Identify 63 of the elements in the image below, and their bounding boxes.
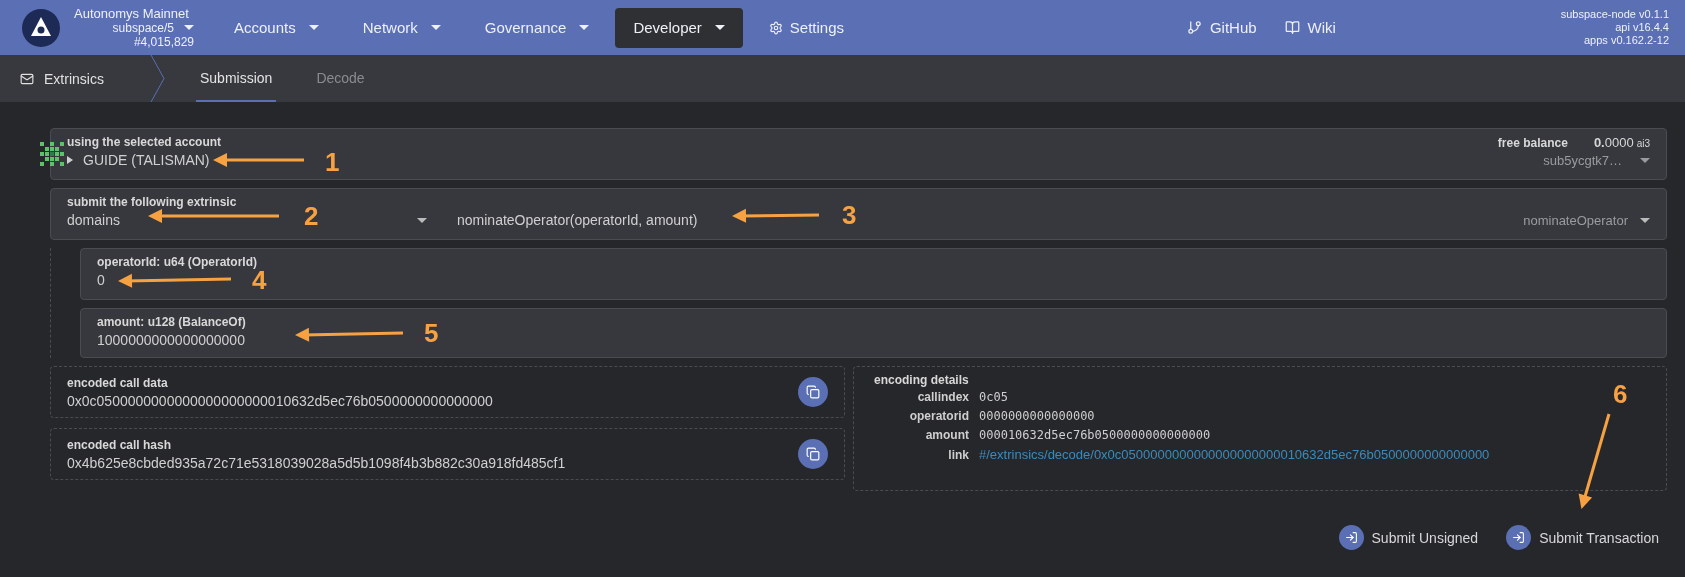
identicon — [39, 141, 65, 167]
envelope-icon — [20, 71, 34, 86]
field-label: encoded call hash — [67, 437, 173, 452]
annotation-number: 6 — [1613, 379, 1628, 409]
tab[interactable]: Submission — [196, 55, 277, 102]
sign-in-icon — [1506, 525, 1532, 550]
caret-icon[interactable] — [417, 217, 427, 223]
chain-spec: subspace/5 — [112, 20, 174, 35]
book-icon — [1284, 20, 1300, 35]
chain-name: Autonomys Mainnet — [74, 6, 189, 21]
detail-value: 0c05 — [979, 390, 1008, 404]
copy-icon — [806, 385, 820, 399]
copy-icon — [806, 447, 820, 461]
method-dropdown[interactable]: nominateOperator(operatorId, amount) — [457, 212, 698, 228]
account-address[interactable]: sub5ycgtk7… — [1543, 153, 1622, 168]
nav-menu-item[interactable]: Network — [344, 7, 459, 48]
detail-value: 000010632d5ec76b0500000000000000 — [979, 428, 1211, 442]
sign-in-icon — [1338, 525, 1364, 550]
caret-icon[interactable] — [1640, 218, 1650, 223]
branch-icon — [1186, 20, 1202, 35]
caret-icon[interactable] — [1640, 158, 1650, 163]
field-label: using the selected account — [67, 135, 222, 149]
encoded-value: 0x0c0500000000000000000000010632d5ec76b0500000000000000 — [67, 392, 493, 409]
detail-value: 0000000000000000 — [979, 409, 1095, 423]
annotation-number: 1 — [325, 147, 340, 177]
balance-label: free balance — [1497, 135, 1568, 150]
param-label: amount: u128 (BalanceOf) — [97, 315, 246, 329]
nav-menu-item[interactable]: Developer — [615, 7, 743, 48]
detail-key: callindex — [874, 390, 969, 404]
method-name: nominateOperator — [1523, 213, 1628, 228]
annotation-number: 3 — [842, 200, 857, 230]
submit-button[interactable]: Submit Transaction — [1506, 525, 1659, 550]
settings-icon — [768, 20, 783, 35]
block-number: #4,015,829 — [133, 34, 194, 49]
field-label: encoded call data — [67, 375, 169, 390]
param-label: operatorId: u64 (OperatorId) — [97, 255, 257, 269]
nav-menu-item[interactable]: Accounts — [216, 7, 337, 48]
detail-key: link — [874, 447, 969, 462]
section-dropdown[interactable]: domains — [67, 212, 120, 228]
version-text: apps v0.162.2-12 — [1584, 34, 1669, 47]
section-title: Extrinsics — [44, 70, 104, 87]
balance-value: 0.0000 ai3 — [1593, 135, 1650, 150]
decode-link[interactable]: #/extrinsics/decode/0x0c0500000000000000000000010632d5ec76b0500000000000000 — [979, 447, 1490, 462]
copy-button[interactable] — [798, 377, 828, 407]
annotation-number: 2 — [304, 201, 319, 231]
nav-link[interactable]: Wiki — [1284, 19, 1336, 36]
param-input[interactable]: 1000000000000000000 — [97, 332, 246, 348]
submit-button[interactable]: Submit Unsigned — [1338, 525, 1479, 550]
details-title: encoding details — [874, 373, 970, 387]
nav-menu-item[interactable]: Settings — [750, 7, 862, 48]
detail-key: amount — [874, 428, 969, 442]
version-text: api v16.4.4 — [1615, 21, 1669, 34]
version-text: subspace-node v0.1.1 — [1560, 8, 1669, 21]
expand-icon[interactable] — [67, 156, 73, 164]
nav-link[interactable]: GitHub — [1186, 19, 1257, 36]
copy-button[interactable] — [798, 439, 828, 469]
detail-key: operatorid — [874, 409, 969, 423]
annotation-number: 5 — [424, 318, 439, 348]
account-name[interactable]: GUIDE (TALISMAN) — [83, 152, 210, 168]
encoded-value: 0x4b625e8cbded935a72c71e5318039028a5d5b1098f4b3b882c30a918fd485cf1 — [67, 454, 566, 471]
field-label: submit the following extrinsic — [67, 195, 238, 209]
logo-icon[interactable] — [22, 8, 60, 47]
nav-menu-item[interactable]: Governance — [466, 7, 608, 48]
